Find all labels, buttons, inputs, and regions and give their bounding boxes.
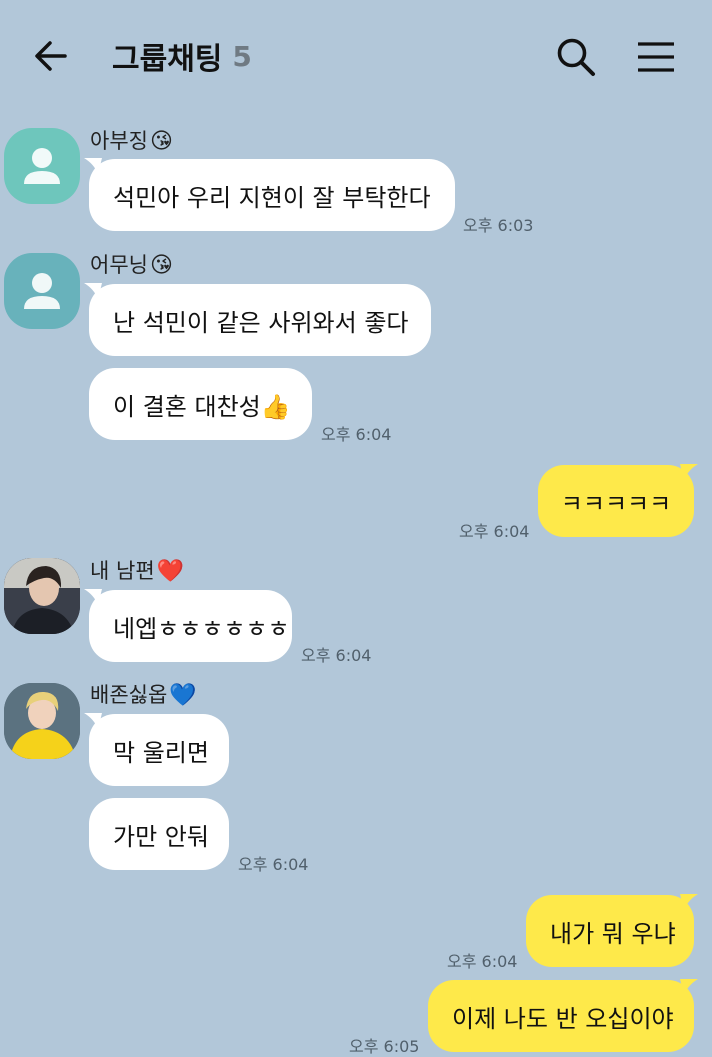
- message-time: 오후 6:04: [447, 952, 518, 971]
- sender-name: 배존싫옵💙: [90, 683, 197, 708]
- bubble-tail: [680, 464, 698, 480]
- search-icon: [557, 38, 595, 76]
- hamburger-menu-icon: [638, 42, 674, 72]
- avatar[interactable]: [4, 128, 80, 204]
- back-arrow-icon: [35, 41, 67, 71]
- page-title: 그룹채팅: [112, 42, 223, 77]
- message-time: 오후 6:04: [321, 425, 392, 444]
- message-bubble[interactable]: ㅋㅋㅋㅋㅋ: [538, 465, 694, 537]
- message-time: 오후 6:04: [238, 855, 309, 874]
- message-time: 오후 6:03: [463, 216, 534, 235]
- message-bubble[interactable]: 내가 뭐 우냐: [526, 895, 694, 967]
- chat-title-area[interactable]: 그룹채팅 5: [112, 33, 252, 79]
- default-profile-icon: [24, 148, 60, 184]
- message-time: 오후 6:05: [349, 1037, 420, 1056]
- message-bubble[interactable]: 석민아 우리 지현이 잘 부탁한다: [89, 159, 455, 231]
- avatar[interactable]: [4, 683, 80, 759]
- sender-name: 아부징😘: [90, 129, 173, 154]
- avatar[interactable]: [4, 253, 80, 329]
- default-profile-icon: [24, 273, 60, 309]
- avatar[interactable]: [4, 558, 80, 634]
- member-count: 5: [232, 39, 252, 73]
- profile-photo: [4, 683, 80, 759]
- bubble-tail: [680, 979, 698, 995]
- chat-header: 그룹채팅 5: [0, 0, 712, 112]
- profile-photo: [4, 558, 80, 634]
- message-bubble[interactable]: 가만 안둬: [89, 798, 229, 870]
- search-button[interactable]: [553, 34, 599, 80]
- bubble-tail: [680, 894, 698, 910]
- sender-name: 어무닝😘: [90, 253, 173, 278]
- message-bubble[interactable]: 네엡ㅎㅎㅎㅎㅎㅎ: [89, 590, 292, 662]
- menu-button[interactable]: [632, 34, 680, 80]
- message-bubble[interactable]: 이 결혼 대찬성👍: [89, 368, 312, 440]
- sender-name: 내 남편❤️: [90, 559, 185, 584]
- message-bubble[interactable]: 이제 나도 반 오십이야: [428, 980, 694, 1052]
- message-bubble[interactable]: 막 울리면: [89, 714, 229, 786]
- message-time: 오후 6:04: [459, 522, 530, 541]
- message-bubble[interactable]: 난 석민이 같은 사위와서 좋다: [89, 284, 431, 356]
- message-time: 오후 6:04: [301, 646, 372, 665]
- back-button[interactable]: [28, 34, 72, 78]
